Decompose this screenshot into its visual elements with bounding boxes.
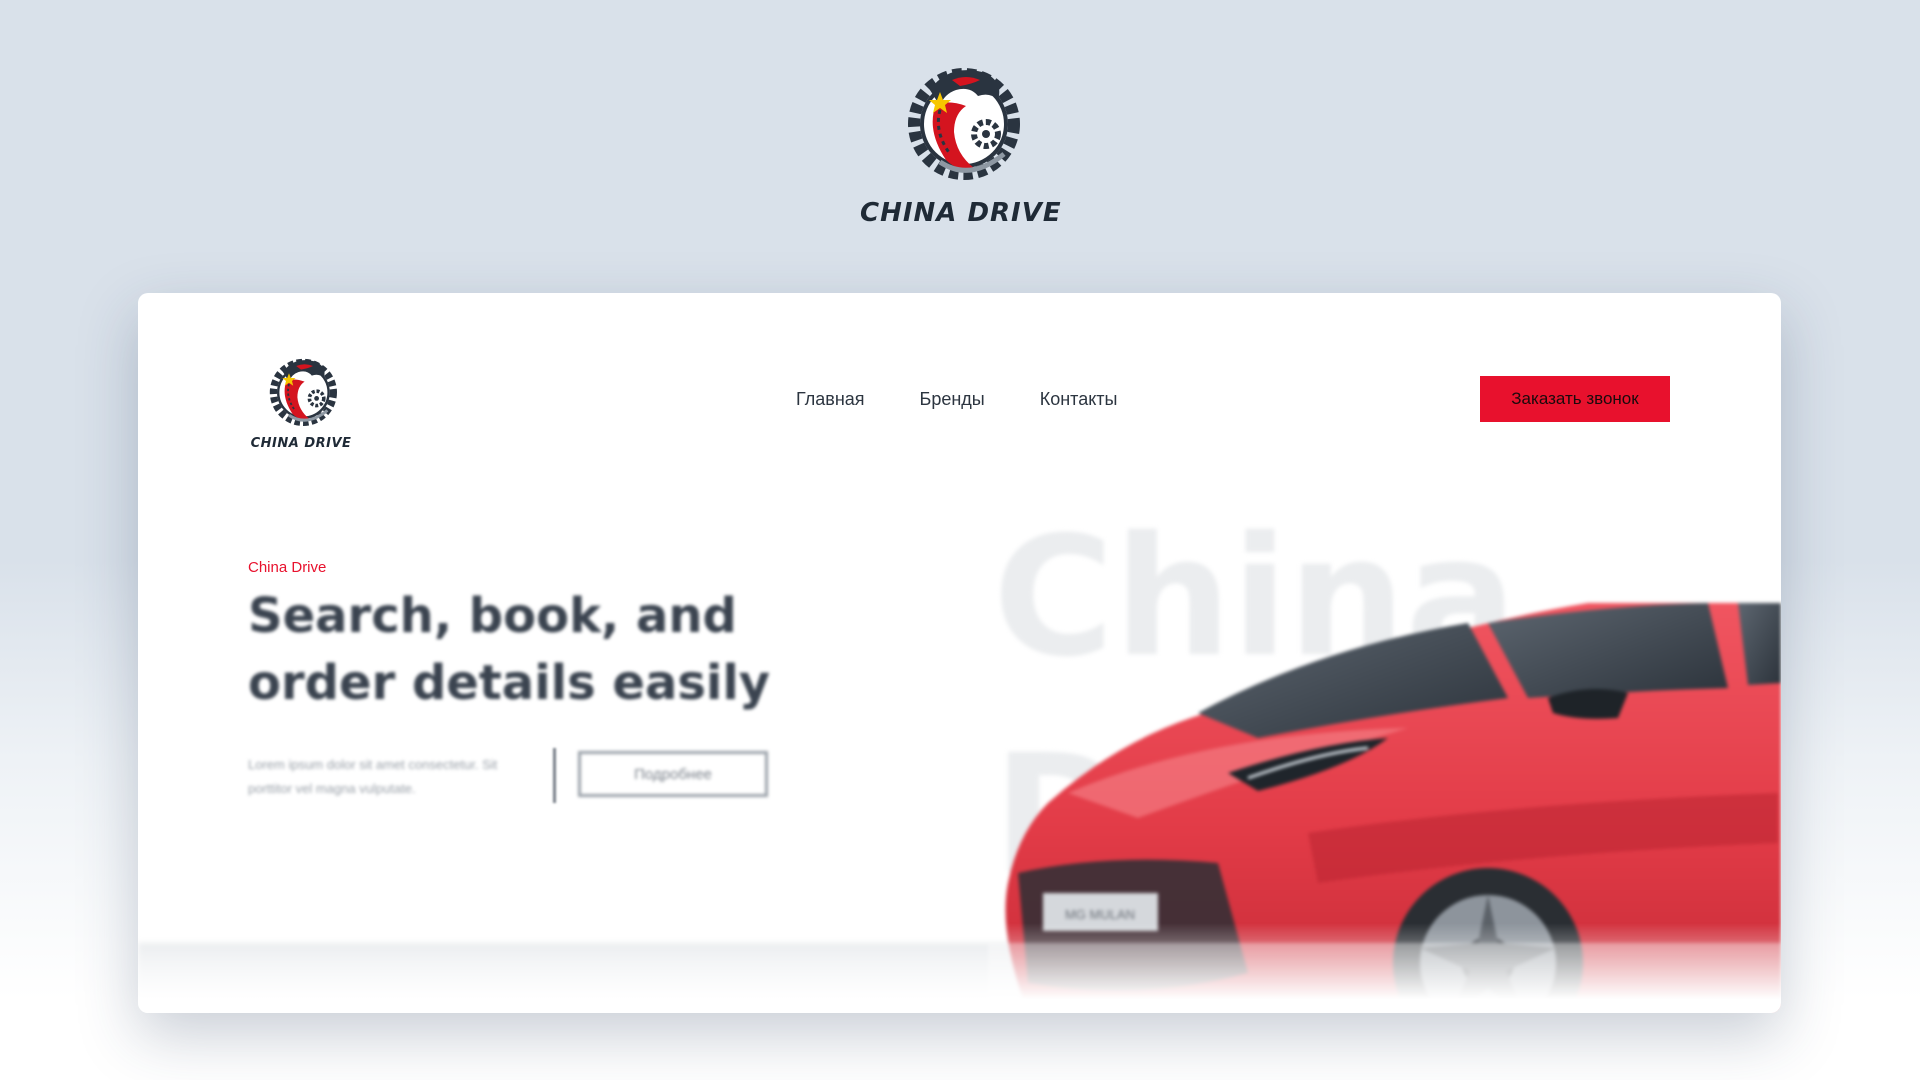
card-bottom-fade xyxy=(138,923,1781,1013)
hero-description: Lorem ipsum dolor sit amet consectetur. … xyxy=(248,757,498,796)
brand-name: CHINA DRIVE xyxy=(860,198,1062,228)
nav-link-contacts[interactable]: Контакты xyxy=(1040,389,1118,410)
site-logo[interactable]: CHINA DRIVE xyxy=(248,348,354,451)
hero-title: Search, book, and order details easily xyxy=(248,588,771,711)
main-nav: Главная Бренды Контакты xyxy=(796,389,1117,410)
license-plate-text: MG MULAN xyxy=(1065,907,1135,922)
nav-link-home[interactable]: Главная xyxy=(796,389,865,410)
more-details-button[interactable]: Подробнее xyxy=(578,751,768,797)
hero-divider xyxy=(553,748,556,803)
dragon-gear-emblem-icon xyxy=(269,358,337,426)
nav-link-brands[interactable]: Бренды xyxy=(920,389,985,410)
hero-overline: China Drive xyxy=(248,559,327,576)
request-call-button[interactable]: Заказать звонок xyxy=(1480,376,1670,422)
site-logo-text: CHINA DRIVE xyxy=(250,436,352,451)
website-preview-card: CHINA DRIVE Главная Бренды Контакты Зака… xyxy=(138,293,1781,1013)
hero-brand-logo: CHINA DRIVE xyxy=(860,50,1062,228)
dragon-gear-emblem-icon xyxy=(908,68,1020,180)
